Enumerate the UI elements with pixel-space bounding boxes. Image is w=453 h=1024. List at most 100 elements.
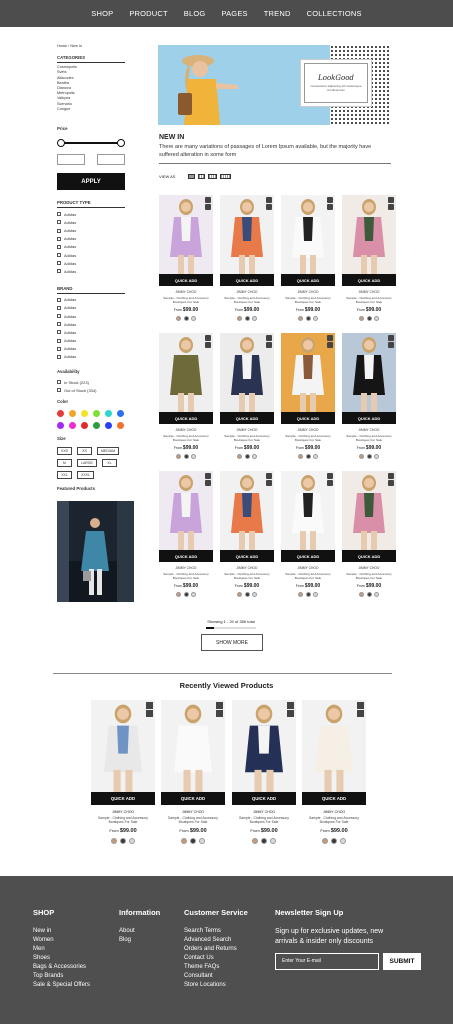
color-option[interactable] — [374, 454, 379, 459]
color-option[interactable] — [305, 454, 311, 459]
footer-link[interactable]: Blog — [119, 936, 160, 945]
color-option[interactable] — [298, 316, 303, 321]
color-option[interactable] — [374, 316, 379, 321]
quick-add-button[interactable]: QUICK ADD — [159, 412, 213, 424]
product-name[interactable]: Sample - Clothing and Accessory Boutique… — [281, 296, 335, 304]
product-card[interactable]: QUICK ADD JIMMY CHOO Sample - Clothing and… — [159, 195, 213, 321]
product-name[interactable]: Sample - Clothing and Accessory Boutique… — [342, 434, 396, 442]
product-name[interactable]: Sample - Clothing and Accessory Boutique… — [220, 434, 274, 442]
compare-icon[interactable] — [205, 197, 211, 203]
compare-icon[interactable] — [266, 197, 272, 203]
wishlist-icon[interactable] — [327, 480, 333, 486]
color-swatch[interactable] — [105, 410, 112, 418]
color-swatch[interactable] — [93, 410, 100, 418]
checkbox[interactable] — [57, 269, 61, 274]
product-name[interactable]: Sample - Clothing and Accessory Boutique… — [159, 434, 213, 442]
product-card[interactable]: QUICK ADD JIMMY CHOO Sample - Clothing and… — [91, 700, 155, 844]
product-card[interactable]: QUICK ADD JIMMY CHOO Sample - Clothing and… — [159, 471, 213, 597]
color-option[interactable] — [322, 837, 328, 844]
checkbox[interactable] — [57, 212, 61, 217]
wishlist-icon[interactable] — [388, 342, 394, 348]
size-option[interactable]: XL — [101, 459, 117, 468]
color-option[interactable] — [129, 837, 135, 844]
nav-blog[interactable]: BLOG — [176, 9, 214, 18]
color-option[interactable] — [252, 837, 258, 844]
checkbox-row[interactable]: Adidas — [57, 296, 125, 304]
color-option[interactable] — [176, 316, 181, 321]
footer-link[interactable]: Top Brands — [33, 972, 90, 981]
color-option[interactable] — [183, 454, 189, 459]
compare-icon[interactable] — [357, 702, 364, 709]
wishlist-icon[interactable] — [146, 710, 153, 717]
color-option[interactable] — [340, 837, 346, 844]
checkbox-row[interactable]: Adidas — [57, 304, 125, 312]
product-image[interactable] — [281, 333, 335, 412]
product-image[interactable] — [281, 471, 335, 550]
product-image[interactable] — [220, 333, 274, 412]
checkbox[interactable] — [57, 236, 61, 241]
product-image[interactable] — [342, 471, 396, 550]
checkbox[interactable] — [57, 314, 61, 318]
size-option[interactable]: XXL — [57, 471, 72, 480]
color-option[interactable] — [183, 316, 189, 321]
color-option[interactable] — [252, 454, 257, 459]
product-card[interactable]: QUICK ADD JIMMY CHOO Sample - Clothing and… — [302, 700, 366, 844]
product-image[interactable] — [159, 195, 213, 274]
footer-link[interactable]: Men — [33, 945, 90, 954]
size-option[interactable]: XS — [77, 447, 93, 456]
checkbox-row[interactable]: In Stock (223) — [57, 378, 125, 386]
category-link[interactable]: Congue — [57, 107, 125, 112]
checkbox[interactable] — [57, 220, 61, 225]
color-option[interactable] — [313, 454, 318, 459]
checkbox[interactable] — [57, 322, 61, 327]
product-name[interactable]: Sample - Clothing and Accessory Boutique… — [232, 816, 296, 825]
color-swatch[interactable] — [81, 422, 88, 430]
price-slider[interactable] — [57, 137, 125, 149]
checkbox-row[interactable]: Adidas — [57, 328, 125, 336]
checkbox[interactable] — [57, 388, 61, 393]
product-name[interactable]: Sample - Clothing and Accessory Boutique… — [281, 572, 335, 580]
quick-add-button[interactable]: QUICK ADD — [159, 550, 213, 562]
footer-link[interactable]: New in — [33, 927, 90, 936]
wishlist-icon[interactable] — [205, 342, 211, 348]
product-name[interactable]: Sample - Clothing and Accessory Boutique… — [342, 296, 396, 304]
color-option[interactable] — [111, 837, 117, 844]
color-option[interactable] — [305, 592, 311, 597]
color-swatch[interactable] — [57, 422, 64, 430]
compare-icon[interactable] — [205, 335, 211, 341]
wishlist-icon[interactable] — [266, 342, 272, 348]
product-card[interactable]: QUICK ADD JIMMY CHOO Sample - Clothing and… — [342, 195, 396, 321]
product-image[interactable] — [159, 471, 213, 550]
color-option[interactable] — [244, 316, 250, 321]
quick-add-button[interactable]: QUICK ADD — [232, 792, 296, 805]
quick-add-button[interactable]: QUICK ADD — [220, 412, 274, 424]
wishlist-icon[interactable] — [327, 204, 333, 210]
newsletter-submit-button[interactable]: SUBMIT — [383, 953, 421, 970]
product-card[interactable]: QUICK ADD JIMMY CHOO Sample - Clothing and… — [281, 195, 335, 321]
size-option[interactable]: XXXL — [77, 471, 94, 480]
product-name[interactable]: Sample - Clothing and Accessory Boutique… — [159, 296, 213, 304]
quick-add-button[interactable]: QUICK ADD — [281, 274, 335, 286]
color-option[interactable] — [190, 837, 196, 844]
grid-2-icon[interactable] — [198, 174, 206, 179]
grid-3-icon[interactable] — [208, 174, 218, 179]
checkbox[interactable] — [57, 338, 61, 343]
color-option[interactable] — [270, 837, 276, 844]
color-swatch[interactable] — [69, 410, 76, 418]
compare-icon[interactable] — [266, 335, 272, 341]
nav-pages[interactable]: PAGES — [213, 9, 255, 18]
product-image[interactable] — [161, 700, 225, 792]
checkbox[interactable] — [57, 330, 61, 335]
color-option[interactable] — [199, 837, 205, 844]
color-option[interactable] — [237, 316, 242, 321]
quick-add-button[interactable]: QUICK ADD — [220, 550, 274, 562]
color-swatch[interactable] — [117, 410, 124, 418]
product-card[interactable]: QUICK ADD JIMMY CHOO Sample - Clothing and… — [281, 471, 335, 597]
product-card[interactable]: QUICK ADD JIMMY CHOO Sample - Clothing and… — [342, 333, 396, 459]
color-swatch[interactable] — [93, 422, 100, 430]
footer-link[interactable]: Store Locations — [184, 981, 248, 990]
footer-link[interactable]: Orders and Returns — [184, 945, 248, 954]
quick-add-button[interactable]: QUICK ADD — [302, 792, 366, 805]
compare-icon[interactable] — [287, 702, 294, 709]
compare-icon[interactable] — [327, 197, 333, 203]
